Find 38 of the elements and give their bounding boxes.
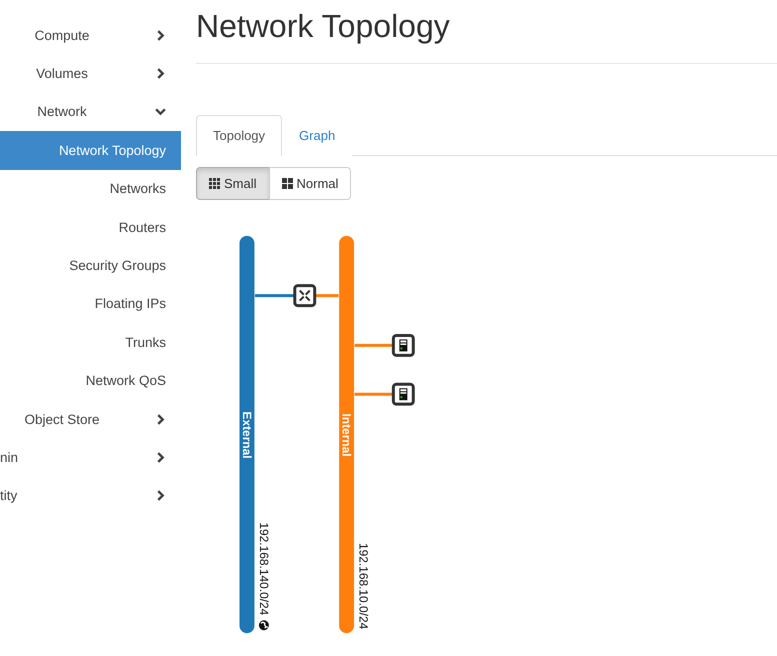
network-bar[interactable] [339,236,354,634]
chevron-right-icon [155,452,166,463]
chevron-right-icon [155,490,166,502]
network-bar[interactable] [240,236,254,634]
sidebar-group[interactable]: tity [0,476,181,516]
server-icon[interactable] [392,334,415,357]
router-icon[interactable] [293,284,316,307]
network-name: External [240,411,254,458]
grid-icon [282,178,293,189]
network-cidr: 192.168.140.0/24 [256,522,271,616]
sidebar-item[interactable]: Network QoS [0,362,181,400]
sidebar-group[interactable]: Object Store [0,400,181,438]
view-button[interactable]: Small [196,166,270,200]
sidebar-item[interactable]: Floating IPs [0,284,181,324]
page-title: Network Topology [196,7,451,46]
sidebar-group[interactable]: Compute [0,16,181,54]
sidebar-item[interactable]: Trunks [0,323,181,362]
sidebar-item[interactable]: Network Topology [0,131,181,170]
grid-icon [209,178,220,189]
sidebar-item[interactable]: Routers [0,208,181,246]
tab[interactable]: Topology [196,115,282,156]
sidebar-item[interactable]: Security Groups [0,246,181,285]
link-line [354,392,392,396]
network-name: Internal [340,413,354,456]
link-line [354,344,392,347]
link-line [316,294,339,297]
chevron-right-icon [155,68,166,80]
sidebar-group[interactable]: Network [0,92,181,132]
chevron-right-icon [155,414,166,425]
sidebar-item[interactable]: Networks [0,170,181,208]
sidebar-group[interactable]: Volumes [0,54,181,93]
network-cidr: 192.168.10.0/24 [356,542,370,630]
link-line [254,294,294,297]
server-icon[interactable] [392,382,415,406]
chevron-right-icon [155,30,166,41]
view-button[interactable]: Normal [268,166,352,200]
chevron-down-icon [155,106,166,118]
sidebar-group[interactable]: nin [0,438,181,477]
